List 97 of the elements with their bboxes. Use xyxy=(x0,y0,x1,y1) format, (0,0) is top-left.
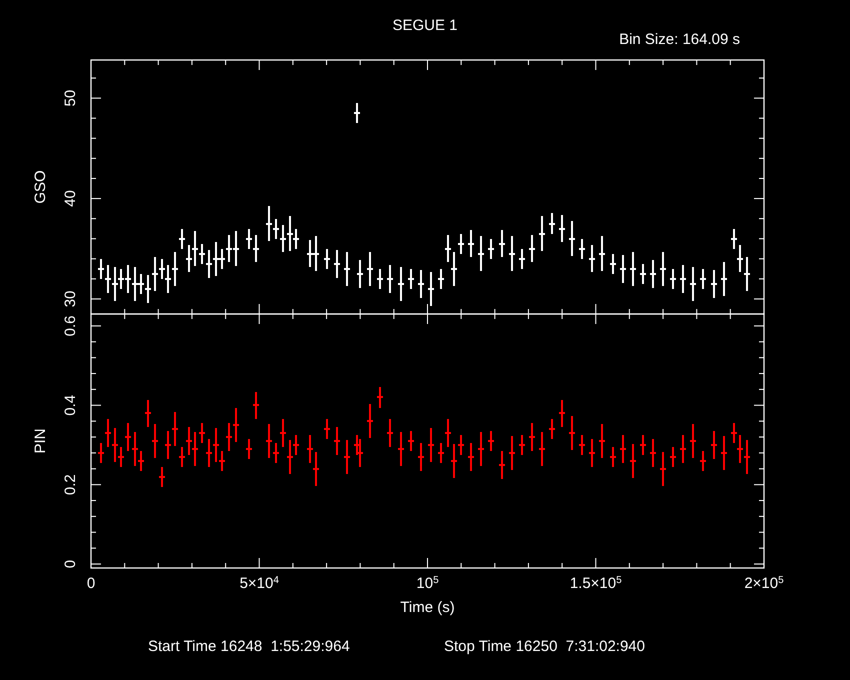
y-tick-label: 0.6 xyxy=(62,315,79,336)
data-point xyxy=(579,435,585,455)
data-point xyxy=(367,252,373,286)
data-point xyxy=(499,451,505,479)
data-point xyxy=(408,431,414,451)
data-point xyxy=(418,443,424,471)
data-point xyxy=(519,249,525,269)
data-point xyxy=(569,221,575,256)
data-point xyxy=(367,404,373,438)
data-point xyxy=(610,447,616,467)
data-point xyxy=(344,440,350,474)
data-point xyxy=(559,215,565,242)
y-tick-label: 40 xyxy=(62,190,79,207)
start-time-label: Start Time 16248 1:55:29:964 xyxy=(148,638,350,655)
data-point xyxy=(438,269,444,289)
stop-time-label: Stop Time 16250 7:31:02:940 xyxy=(444,638,645,655)
data-point xyxy=(700,451,706,471)
data-point xyxy=(630,252,636,286)
data-point xyxy=(468,230,474,257)
x-tick-label: 1.5×10$^{5}$ xyxy=(570,576,622,592)
y-axis-label: PIN xyxy=(32,428,49,454)
data-point xyxy=(334,250,340,278)
data-point xyxy=(377,387,383,408)
data-point xyxy=(354,103,360,123)
data-point xyxy=(324,249,330,269)
data-point xyxy=(660,452,666,486)
data-point xyxy=(488,431,494,451)
data-point xyxy=(418,270,424,298)
data-point xyxy=(398,432,404,466)
y-axis-label: GSO xyxy=(32,170,49,204)
data-point xyxy=(660,252,666,286)
data-point xyxy=(599,236,605,271)
data-point xyxy=(599,424,605,458)
data-point xyxy=(650,439,656,467)
data-point xyxy=(377,269,383,289)
data-point xyxy=(721,262,727,296)
data-point xyxy=(670,447,676,467)
bin-size-label: Bin Size: 164.09 s xyxy=(619,31,740,48)
data-point xyxy=(539,432,545,466)
data-point xyxy=(529,235,535,262)
data-point xyxy=(509,436,515,470)
data-point xyxy=(559,400,565,427)
data-point xyxy=(650,260,656,288)
data-point xyxy=(579,239,585,259)
data-point xyxy=(700,269,706,289)
data-point xyxy=(589,439,595,467)
data-point xyxy=(499,230,505,257)
data-point xyxy=(428,428,434,462)
plot-title: SEGUE 1 xyxy=(392,17,458,34)
data-point xyxy=(549,213,555,234)
x-tick-label: 2×10$^{5}$ xyxy=(744,576,784,592)
data-point xyxy=(539,216,545,251)
data-point xyxy=(478,432,484,466)
data-point xyxy=(620,435,626,463)
x-tick-label: 10$^{5}$ xyxy=(416,576,439,592)
y-tick-label: 0.2 xyxy=(62,474,79,496)
data-point xyxy=(569,416,575,450)
data-point xyxy=(670,269,676,289)
data-point xyxy=(529,423,535,451)
data-point xyxy=(509,236,515,271)
data-point xyxy=(159,467,165,487)
data-point xyxy=(549,419,555,439)
data-point xyxy=(690,267,696,301)
data-point xyxy=(468,443,474,471)
data-point xyxy=(387,265,393,293)
y-tick-label: 0.4 xyxy=(62,394,79,416)
data-point xyxy=(408,269,414,289)
data-point xyxy=(620,255,626,283)
data-point xyxy=(690,424,696,458)
data-point xyxy=(519,435,525,455)
data-point xyxy=(711,431,717,459)
data-point xyxy=(428,272,434,306)
data-point xyxy=(253,392,259,419)
data-point xyxy=(488,239,494,259)
y-tick-label: 30 xyxy=(62,290,79,308)
x-tick-label: 5×10$^{4}$ xyxy=(240,576,279,592)
data-point xyxy=(640,264,646,284)
data-point xyxy=(630,444,636,478)
data-point xyxy=(610,254,616,274)
data-point xyxy=(589,245,595,272)
data-point xyxy=(398,267,404,301)
data-point xyxy=(344,252,350,286)
data-point xyxy=(680,265,686,293)
data-point xyxy=(324,419,330,439)
x-tick-label: 0 xyxy=(86,576,96,592)
y-tick-label: 50 xyxy=(62,90,79,106)
data-point xyxy=(711,270,717,298)
data-point xyxy=(680,435,686,463)
data-point xyxy=(357,260,363,288)
x-axis-label: Time (s) xyxy=(400,599,455,616)
data-point xyxy=(640,435,646,455)
data-point xyxy=(334,427,340,455)
data-point xyxy=(478,236,484,271)
y-tick-label: 0 xyxy=(62,560,79,568)
data-point xyxy=(721,436,727,470)
data-point xyxy=(387,419,393,447)
data-point xyxy=(246,439,252,459)
